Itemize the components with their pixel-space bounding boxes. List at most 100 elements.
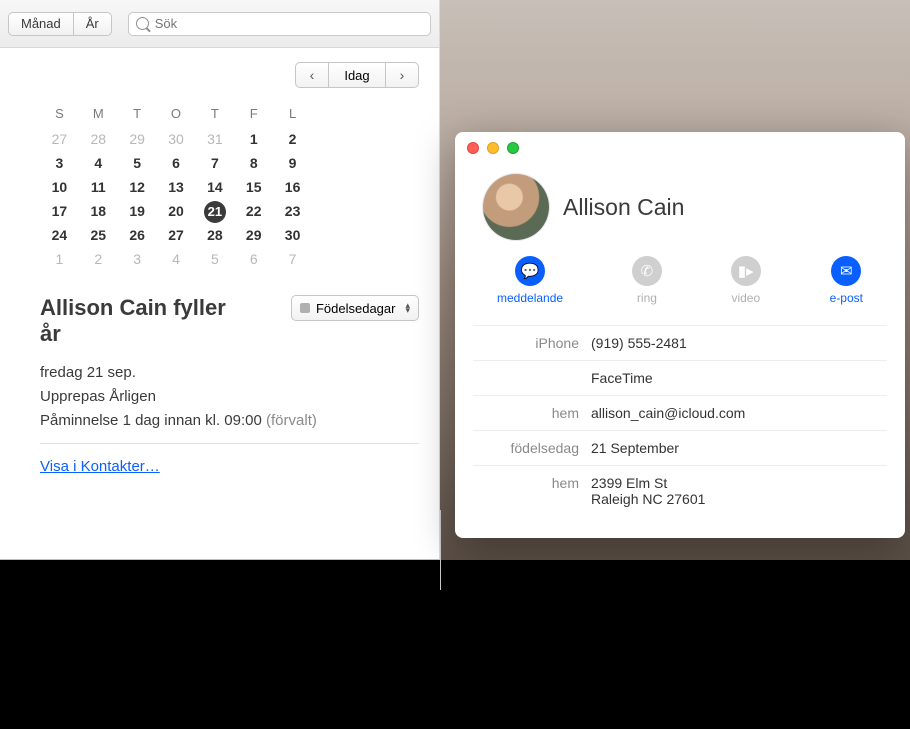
callout-line	[440, 510, 441, 590]
call-action[interactable]: ✆ ring	[632, 256, 662, 305]
day-cell[interactable]: 5	[195, 247, 234, 271]
message-label: meddelande	[497, 291, 563, 305]
day-cell[interactable]: 20	[157, 199, 196, 223]
event-details: Allison Cain fyller år Födelsedagar ▴▾ f…	[40, 295, 439, 475]
day-cell[interactable]: 28	[79, 127, 118, 151]
zoom-window-button[interactable]	[507, 142, 519, 154]
day-cell[interactable]: 17	[40, 199, 79, 223]
chevron-updown-icon: ▴▾	[405, 303, 410, 313]
chevron-right-icon: ›	[400, 67, 405, 83]
day-cell[interactable]: 27	[40, 127, 79, 151]
calendar-select[interactable]: Födelsedagar ▴▾	[291, 295, 419, 321]
mini-calendar: SMTOTFL 27282930311234567891011121314151…	[40, 106, 312, 271]
search-icon	[136, 17, 149, 30]
message-icon: 💬	[521, 262, 540, 280]
view-segmented-control: Månad År	[8, 12, 112, 36]
field-label: hem	[473, 475, 591, 491]
day-cell[interactable]: 2	[79, 247, 118, 271]
day-cell[interactable]: 3	[118, 247, 157, 271]
day-cell[interactable]: 5	[118, 151, 157, 175]
mail-icon: ✉	[840, 262, 853, 280]
day-cell[interactable]: 8	[234, 151, 273, 175]
day-cell[interactable]: 7	[195, 151, 234, 175]
video-action[interactable]: ▮▸ video	[731, 256, 761, 305]
day-cell[interactable]: 9	[273, 151, 312, 175]
day-cell[interactable]: 23	[273, 199, 312, 223]
event-reminder: Påminnelse 1 dag innan kl. 09:00 (förval…	[40, 412, 419, 429]
message-action[interactable]: 💬 meddelande	[497, 256, 563, 305]
day-cell[interactable]: 10	[40, 175, 79, 199]
calendar-nav: ‹ Idag ›	[40, 62, 439, 88]
day-cell[interactable]: 19	[118, 199, 157, 223]
show-in-contacts-link[interactable]: Visa i Kontakter…	[40, 458, 419, 475]
divider	[40, 443, 419, 444]
contacts-window: Allison Cain 💬 meddelande ✆ ring ▮▸ vide…	[455, 132, 905, 538]
day-cell[interactable]: 6	[157, 151, 196, 175]
day-cell[interactable]: 30	[273, 223, 312, 247]
day-cell[interactable]: 1	[40, 247, 79, 271]
calendar-toolbar: Månad År	[0, 0, 439, 48]
day-cell[interactable]: 13	[157, 175, 196, 199]
day-cell[interactable]: 21	[195, 199, 234, 223]
minimize-window-button[interactable]	[487, 142, 499, 154]
video-label: video	[731, 291, 760, 305]
view-month-button[interactable]: Månad	[8, 12, 73, 36]
contact-field-row: födelsedag21 September	[473, 430, 887, 465]
today-button[interactable]: Idag	[329, 62, 385, 88]
calendar-select-label: Födelsedagar	[316, 301, 396, 316]
mail-label: e-post	[830, 291, 863, 305]
day-cell[interactable]: 31	[195, 127, 234, 151]
day-cell[interactable]: 15	[234, 175, 273, 199]
dow-label: M	[79, 106, 118, 127]
contact-name: Allison Cain	[563, 194, 684, 221]
contact-avatar	[483, 174, 549, 240]
day-cell[interactable]: 27	[157, 223, 196, 247]
mail-action[interactable]: ✉ e-post	[830, 256, 863, 305]
event-repeat: Upprepas Årligen	[40, 388, 419, 405]
calendar-color-dot	[300, 303, 310, 313]
dow-label: O	[157, 106, 196, 127]
field-label: iPhone	[473, 335, 591, 351]
field-value[interactable]: 2399 Elm St Raleigh NC 27601	[591, 475, 887, 507]
day-cell[interactable]: 14	[195, 175, 234, 199]
dow-label: T	[195, 106, 234, 127]
calendar-window: Månad År ‹ Idag › SMTOTFL 27282930311234…	[0, 0, 440, 560]
day-cell[interactable]: 11	[79, 175, 118, 199]
day-cell[interactable]: 24	[40, 223, 79, 247]
day-cell[interactable]: 18	[79, 199, 118, 223]
field-value[interactable]: FaceTime	[591, 370, 887, 386]
day-cell[interactable]: 1	[234, 127, 273, 151]
contact-field-row: iPhone(919) 555-2481	[473, 325, 887, 360]
prev-month-button[interactable]: ‹	[295, 62, 329, 88]
day-cell[interactable]: 4	[79, 151, 118, 175]
field-label: hem	[473, 405, 591, 421]
day-cell[interactable]: 16	[273, 175, 312, 199]
next-month-button[interactable]: ›	[385, 62, 419, 88]
dow-label: S	[40, 106, 79, 127]
day-cell[interactable]: 29	[118, 127, 157, 151]
day-cell[interactable]: 28	[195, 223, 234, 247]
event-title: Allison Cain fyller år	[40, 295, 240, 348]
letterbox-bar	[0, 560, 910, 729]
search-input[interactable]	[128, 12, 431, 36]
day-cell[interactable]: 7	[273, 247, 312, 271]
day-cell[interactable]: 22	[234, 199, 273, 223]
day-cell[interactable]: 2	[273, 127, 312, 151]
day-cell[interactable]: 3	[40, 151, 79, 175]
window-controls	[455, 132, 905, 154]
field-value[interactable]: (919) 555-2481	[591, 335, 887, 351]
contact-fields: iPhone(919) 555-2481FaceTimehemallison_c…	[455, 325, 905, 538]
field-value[interactable]: allison_cain@icloud.com	[591, 405, 887, 421]
field-value[interactable]: 21 September	[591, 440, 887, 456]
day-cell[interactable]: 6	[234, 247, 273, 271]
close-window-button[interactable]	[467, 142, 479, 154]
day-cell[interactable]: 30	[157, 127, 196, 151]
dow-label: T	[118, 106, 157, 127]
day-cell[interactable]: 26	[118, 223, 157, 247]
dow-label: L	[273, 106, 312, 127]
day-cell[interactable]: 12	[118, 175, 157, 199]
day-cell[interactable]: 4	[157, 247, 196, 271]
day-cell[interactable]: 25	[79, 223, 118, 247]
view-year-button[interactable]: År	[73, 12, 112, 36]
day-cell[interactable]: 29	[234, 223, 273, 247]
